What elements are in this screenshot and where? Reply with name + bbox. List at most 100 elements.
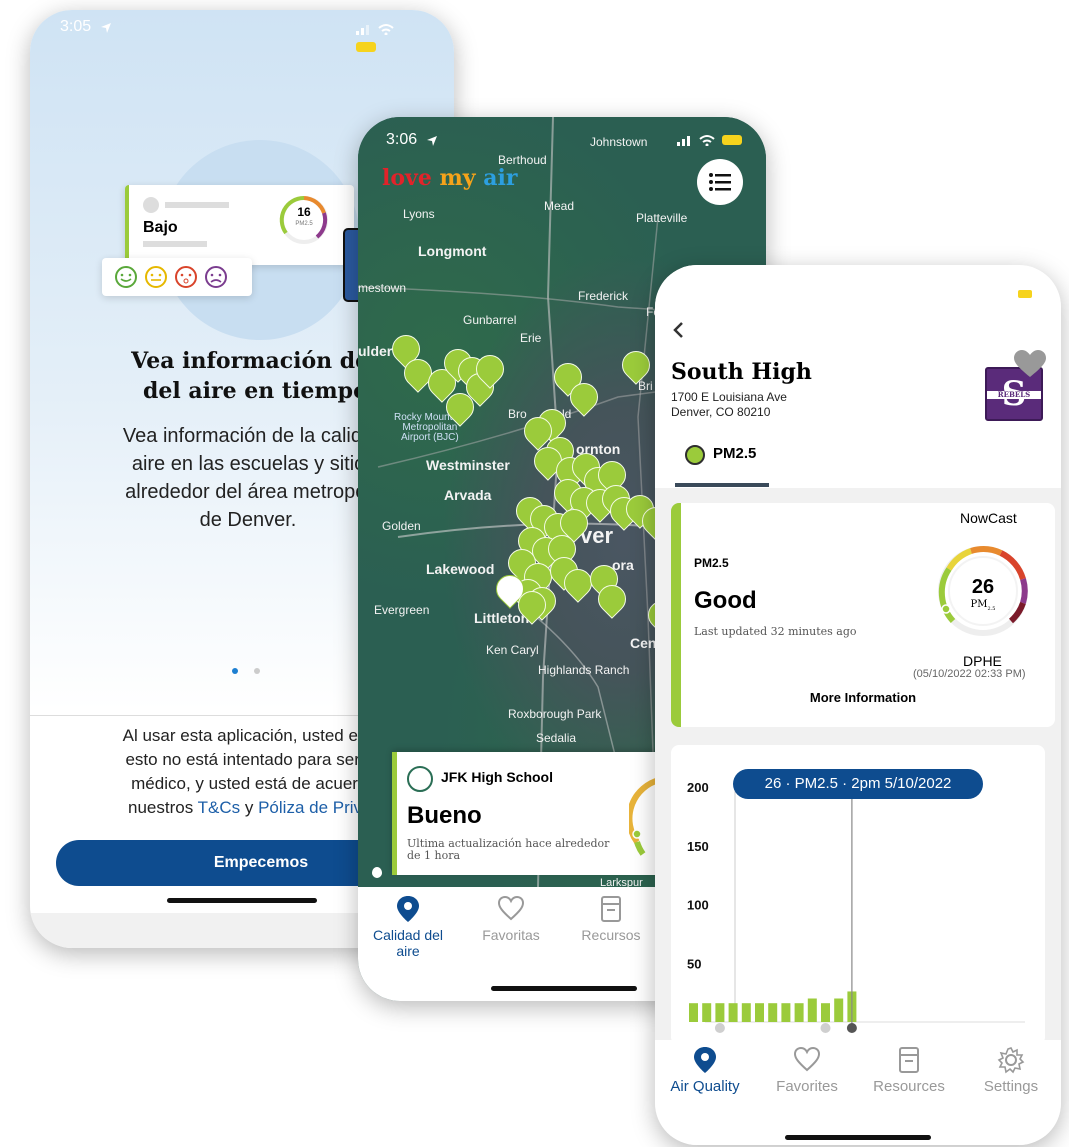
page-dot-active[interactable] (232, 668, 238, 674)
gauge-value: 26 (971, 576, 995, 598)
home-indicator[interactable] (785, 1135, 931, 1140)
town-arvada: Arvada (444, 487, 492, 503)
status-icons (676, 133, 747, 151)
back-chevron-icon[interactable] (671, 321, 685, 339)
page-dot[interactable] (254, 668, 260, 674)
bar-9 (794, 1003, 804, 1022)
placeholder-line (165, 202, 229, 208)
battery-icon (721, 135, 742, 145)
mini-value: 16 (297, 205, 311, 219)
school-logo-icon (407, 766, 433, 792)
bar-4 (728, 1003, 738, 1022)
gear-icon (997, 1047, 1025, 1074)
town-lakewood: Lakewood (426, 561, 495, 577)
emoji-faces-icon (115, 266, 227, 288)
bar-6 (755, 1003, 764, 1022)
town-longmont: Longmont (418, 243, 487, 259)
favorite-heart-icon[interactable] (1013, 349, 1047, 379)
battery-icon (356, 42, 376, 52)
bar-5 (741, 1003, 751, 1022)
bar-10 (807, 998, 817, 1022)
town-sedalia: Sedalia (536, 731, 577, 745)
mini-aqi-card: Bajo 16 PM2.5 (125, 185, 354, 265)
home-indicator[interactable] (491, 986, 637, 991)
site-address: 1700 E Louisiana Ave Denver, CO 80210 (671, 390, 787, 419)
terms-link[interactable]: T&Cs (198, 798, 241, 817)
love-my-air-logo: love my air (382, 165, 518, 191)
tab-indicator (675, 483, 769, 487)
document-icon (601, 896, 621, 922)
signal-icon (677, 136, 690, 146)
town-erie: Erie (520, 331, 542, 345)
history-dot (714, 1023, 725, 1033)
y-tick-label: 150 (687, 839, 709, 854)
nowcast-label: NowCast (960, 510, 1017, 526)
mini-gauge (279, 195, 328, 244)
tab-settings[interactable]: Settings (965, 1046, 1057, 1095)
heart-icon (794, 1046, 820, 1072)
document-icon (899, 1047, 919, 1073)
town-evergreen: Evergreen (374, 603, 430, 617)
bar-12 (834, 998, 844, 1022)
selected-dot (846, 1023, 857, 1033)
last-updated: Last updated 32 minutes ago (694, 625, 857, 638)
town-gunbarrel: Gunbarrel (463, 313, 517, 327)
town-frederick: Frederick (578, 289, 629, 303)
tab-resources[interactable]: Recursos (566, 895, 656, 943)
list-icon (709, 173, 731, 191)
updated-text: Ultima actualización hace alrededor de 1… (407, 837, 610, 862)
pollutant-status-dot (685, 445, 705, 465)
town-mestown: mestown (358, 281, 407, 295)
location-arrow-icon (101, 23, 111, 33)
town-roxborough: Roxborough Park (508, 707, 602, 721)
bar-8 (781, 1003, 791, 1022)
mini-unit: PM2.5 (295, 221, 313, 227)
town-westminster: Westminster (426, 457, 510, 473)
tab-air-quality[interactable]: Calidad del aire (364, 895, 452, 959)
home-indicator[interactable] (167, 898, 317, 903)
town-ken-caryl: Ken Caryl (486, 643, 539, 657)
wifi-icon (699, 135, 716, 147)
status-icons (355, 22, 425, 52)
town-mead: Mead (544, 199, 575, 213)
history-dot (820, 1023, 831, 1033)
bar-11 (821, 1003, 830, 1022)
y-tick-label: 50 (687, 956, 701, 971)
tab-resources[interactable]: Resources (863, 1046, 955, 1095)
source-time: (05/10/2022 02:33 PM) (913, 668, 1026, 680)
apple-maps-icon (372, 867, 382, 878)
status-time: 3:05 (60, 18, 92, 35)
nowcast-card: NowCast PM2.5 Good Last updated 32 minut… (671, 503, 1055, 727)
chart-tooltip: 26 · PM2.5 · 2pm 5/10/2022 (733, 769, 983, 799)
battery-icon (1018, 290, 1032, 298)
placeholder-line-2 (143, 241, 207, 247)
tab-bar: Air Quality Favorites Resources Settings (655, 1040, 1061, 1145)
tab-air-quality[interactable]: Air Quality (659, 1046, 751, 1095)
town-johnstown: Johnstown (590, 135, 648, 149)
tab-favorites[interactable]: Favoritas (466, 895, 556, 943)
bar-7 (768, 1003, 778, 1022)
status-time: 3:06 (386, 131, 418, 148)
town-berthoud: Berthoud (498, 153, 547, 167)
heart-icon (498, 895, 524, 921)
gauge-unit: PM2.5 (970, 599, 996, 612)
bar-3 (715, 1003, 725, 1022)
town-boulder: ulder (358, 343, 393, 359)
list-view-button[interactable] (697, 159, 743, 205)
signal-icon (356, 25, 369, 35)
site-name: South High (671, 359, 812, 385)
site-name: JFK High School (441, 769, 553, 785)
town-highlands-ranch: Highlands Ranch (538, 663, 630, 677)
more-information-link[interactable]: More Information (681, 690, 1045, 705)
tab-pm25[interactable]: PM2.5 (713, 445, 756, 462)
tab-favorites[interactable]: Favorites (761, 1046, 853, 1095)
town-platteville: Platteville (636, 211, 688, 225)
town-centennial: Cen (630, 635, 657, 651)
history-chart-card: 200 150 100 50 26 · PM2.5 · 2pm 5/10/2022 (671, 745, 1045, 1045)
location-arrow-icon (427, 136, 437, 146)
emoji-rating-card (102, 258, 252, 296)
data-source: DPHE (963, 653, 1002, 669)
aqi-status: Good (694, 587, 757, 614)
town-lyons: Lyons (403, 207, 435, 221)
bar-1 (689, 1003, 698, 1022)
